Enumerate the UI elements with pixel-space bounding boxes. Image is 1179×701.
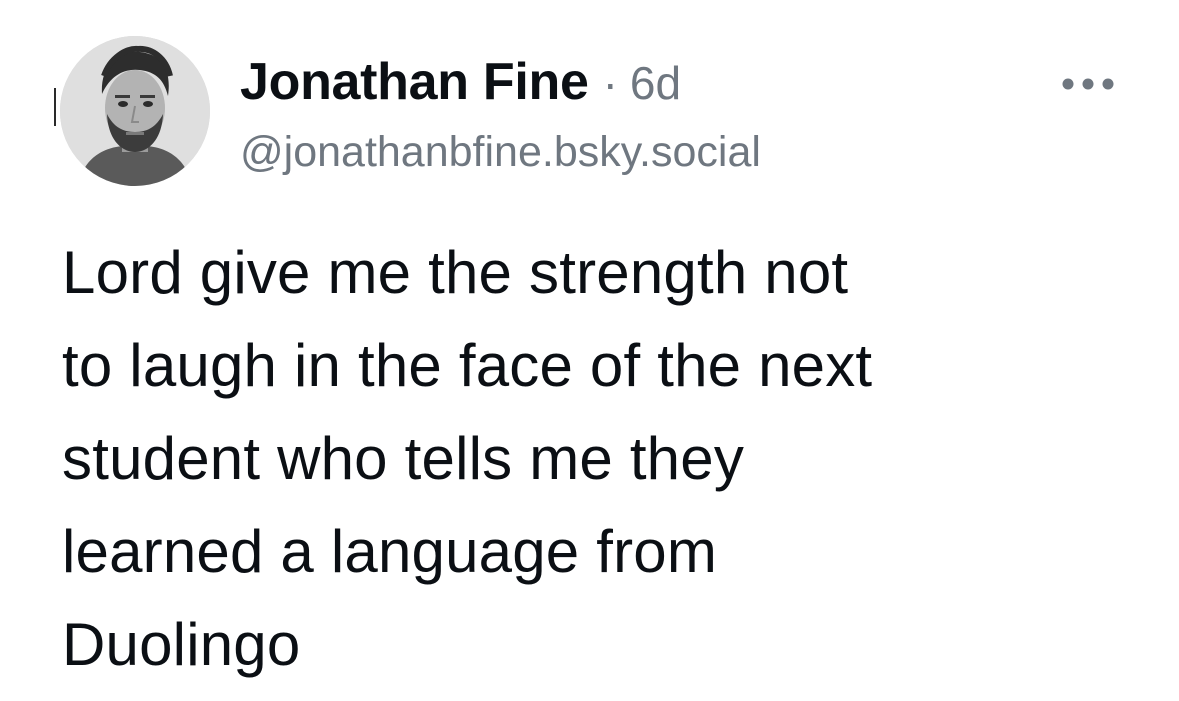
more-options-button[interactable] [1060, 72, 1116, 96]
thread-edge-line [54, 88, 56, 126]
name-row: Jonathan Fine · 6d [240, 52, 1060, 126]
more-options-icon [1062, 78, 1114, 90]
post-timestamp[interactable]: 6d [630, 56, 681, 110]
author-display-name[interactable]: Jonathan Fine [240, 52, 589, 112]
post-text-line: learned a language from [62, 518, 718, 585]
post-text-line: Lord give me the strength not [62, 239, 849, 306]
post-text-line: student who tells me they [62, 425, 745, 492]
avatar[interactable] [60, 36, 210, 186]
author-handle[interactable]: @jonathanbfine.bsky.social [240, 128, 1060, 177]
meta-separator: · [602, 57, 618, 109]
post-header: Jonathan Fine · 6d @jonathanbfine.bsky.s… [240, 52, 1060, 177]
post-body-text: Lord give me the strength not to laugh i… [62, 226, 1142, 691]
avatar-photo [60, 36, 210, 186]
post-text-line: Duolingo [62, 611, 301, 678]
post-text-line: to laugh in the face of the next [62, 332, 873, 399]
post-card: Jonathan Fine · 6d @jonathanbfine.bsky.s… [0, 0, 1179, 701]
